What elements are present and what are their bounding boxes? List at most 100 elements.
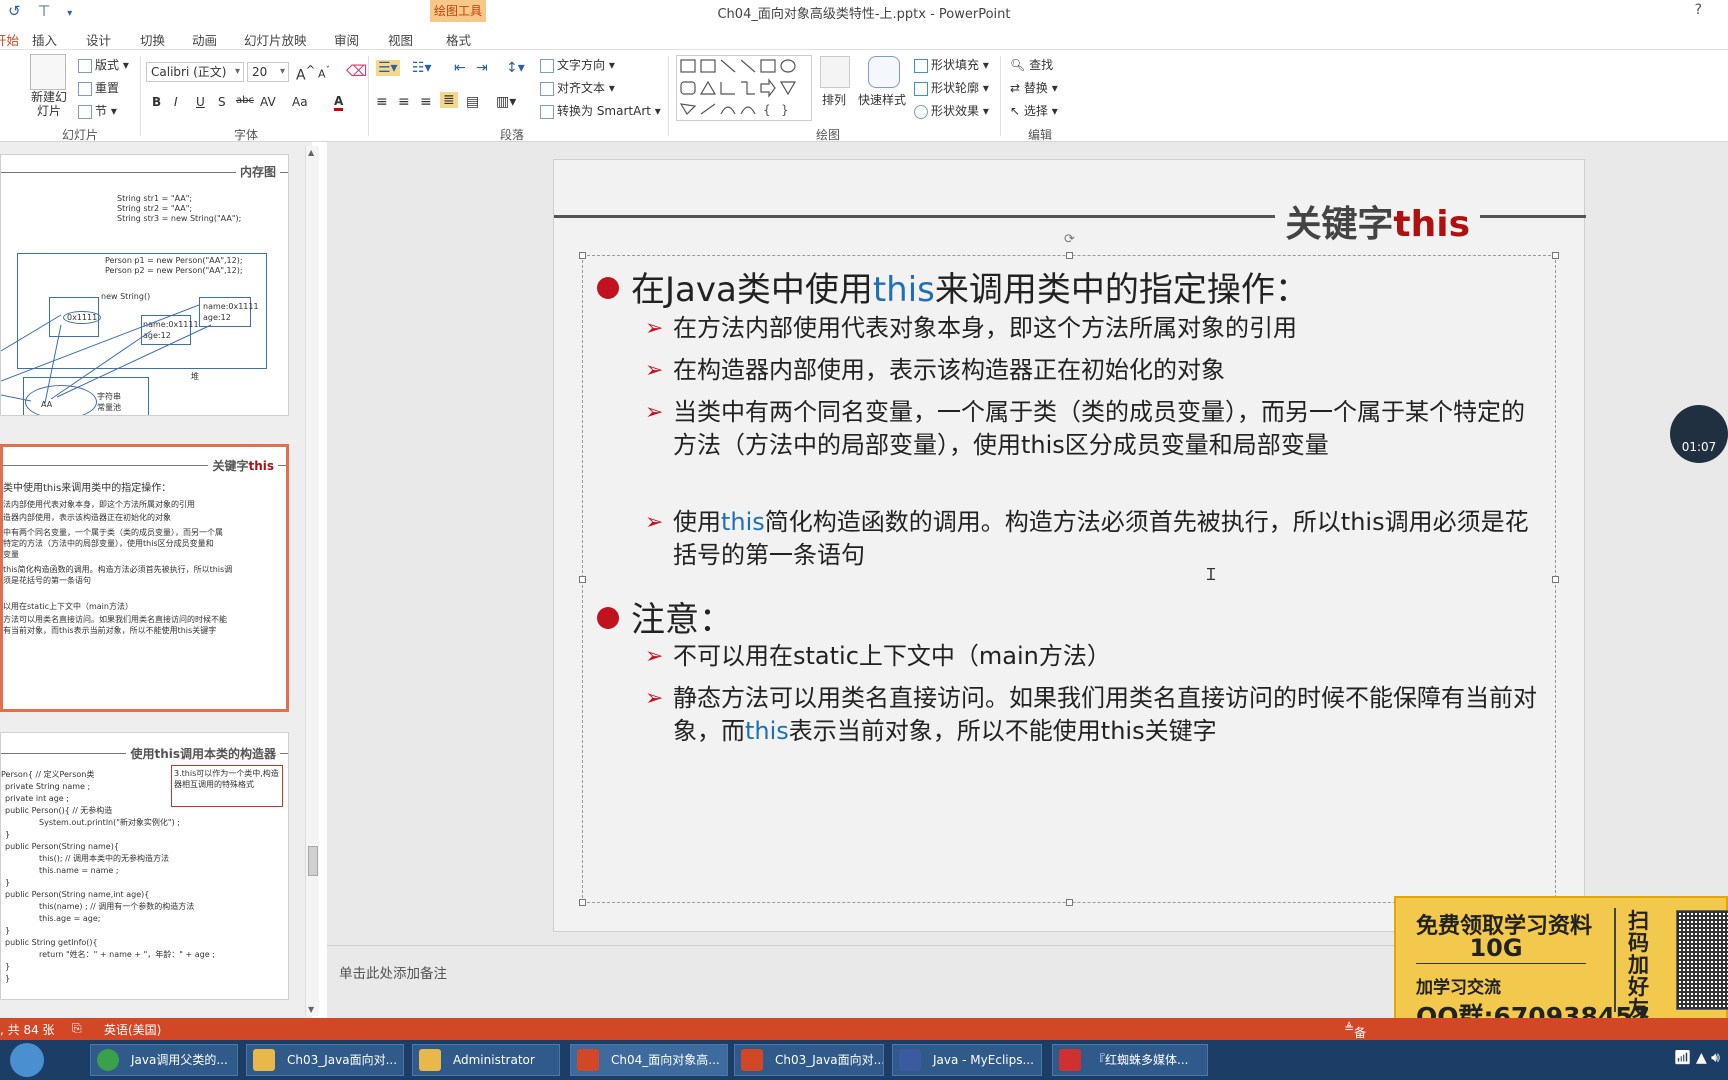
shapes-gallery[interactable]: {} bbox=[676, 55, 812, 121]
resize-handle[interactable] bbox=[1066, 899, 1073, 906]
change-case-button[interactable]: Aa bbox=[292, 95, 308, 109]
convert-smartart-button[interactable]: 转换为 SmartArt ▾ bbox=[540, 102, 661, 119]
increase-indent-icon[interactable]: ⇥ bbox=[476, 60, 488, 76]
rotate-handle-icon[interactable]: ⟳ bbox=[1064, 232, 1075, 247]
promo-banner[interactable]: 免费领取学习资料 10G 加学习交流 QQ群:670938457 扫码加好友 bbox=[1394, 896, 1728, 1031]
taskbar-item[interactable]: Administrator bbox=[412, 1044, 560, 1076]
spellcheck-icon[interactable]: ⎘ bbox=[72, 1021, 82, 1036]
taskbar-item[interactable]: 『红蜘蛛多媒体... bbox=[1052, 1044, 1208, 1076]
taskbar-item[interactable]: Java - MyEclips... bbox=[892, 1044, 1042, 1076]
resize-handle[interactable] bbox=[1066, 252, 1073, 259]
scroll-up-icon[interactable]: ▲ bbox=[308, 148, 314, 157]
character-spacing-button[interactable]: AV bbox=[260, 95, 276, 109]
start-from-beginning-icon[interactable]: ⊤ bbox=[37, 2, 50, 20]
thumbnail-scrollbar[interactable]: ▲ ▼ bbox=[305, 146, 319, 1016]
grow-font-icon[interactable]: A^ bbox=[296, 63, 315, 84]
slide-thumbnail[interactable]: 使用this调用本类的构造器 3.this可以作为一个类中,构造器相互调用的特殊… bbox=[0, 732, 289, 1000]
distributed-icon[interactable]: ▤ bbox=[466, 94, 479, 110]
quick-styles-button[interactable]: 快速样式 bbox=[858, 91, 906, 108]
customize-qat-icon[interactable]: ▾ bbox=[67, 8, 72, 19]
bullets-button[interactable]: ☰▾ bbox=[376, 60, 400, 76]
reset-button[interactable]: 重置 bbox=[78, 79, 119, 96]
tab-transitions[interactable]: 切换 bbox=[140, 30, 165, 49]
scrollbar-thumb[interactable] bbox=[308, 846, 318, 876]
shrink-font-icon[interactable]: Aˇ bbox=[318, 65, 330, 81]
wifi-icon[interactable]: 📶︎ bbox=[1674, 1050, 1692, 1066]
shape-outline-button[interactable]: 形状轮廓 ▾ bbox=[914, 79, 989, 96]
shadow-button[interactable]: S bbox=[218, 95, 226, 109]
notes-button[interactable]: ≜ 备注 bbox=[1344, 1021, 1366, 1057]
align-right-icon[interactable]: ≡ bbox=[420, 94, 432, 110]
resize-handle[interactable] bbox=[579, 576, 586, 583]
section-button[interactable]: 节 ▾ bbox=[78, 102, 117, 119]
resize-handle[interactable] bbox=[579, 252, 586, 259]
tab-format[interactable]: 格式 bbox=[446, 30, 471, 49]
volume-icon[interactable]: 🔊︎ bbox=[1711, 1050, 1720, 1066]
taskbar-item[interactable]: Java调用父类的... bbox=[90, 1044, 238, 1076]
tab-view[interactable]: 视图 bbox=[388, 30, 413, 49]
replace-button[interactable]: ⇄ 替换 ▾ bbox=[1010, 79, 1058, 96]
shape-effects-icon bbox=[914, 104, 928, 119]
font-color-button[interactable]: A bbox=[334, 94, 344, 111]
quick-styles-icon[interactable] bbox=[868, 56, 900, 88]
new-slide-button[interactable]: 新建幻灯片 bbox=[26, 90, 72, 118]
slide-thumbnail[interactable]: 内存图 String str1 = "AA"; String str2 = "A… bbox=[0, 154, 289, 416]
resize-handle[interactable] bbox=[1552, 252, 1559, 259]
justify-icon[interactable]: ≣ bbox=[440, 92, 458, 108]
select-button[interactable]: ↖ 选择 ▾ bbox=[1010, 102, 1058, 119]
tab-design[interactable]: 设计 bbox=[86, 30, 111, 49]
text-direction-button[interactable]: 文字方向 ▾ bbox=[540, 56, 615, 73]
numbering-button[interactable]: ☷▾ bbox=[412, 60, 432, 76]
slide-canvas[interactable]: 关键字this ⟳ 在Java类中使用this来调用类中的指定操作： ➢ 在方法内… bbox=[553, 159, 1586, 932]
find-button[interactable]: 🔍︎ 查找 bbox=[1010, 56, 1053, 73]
taskbar-item[interactable]: Ch03_Java面向对... bbox=[246, 1044, 404, 1076]
resize-handle[interactable] bbox=[579, 899, 586, 906]
underline-button[interactable]: U bbox=[196, 95, 205, 109]
bullet-level2: ➢ 在构造器内部使用，表示该构造器正在初始化的对象 bbox=[645, 354, 1545, 387]
undo-icon[interactable]: ↺ bbox=[8, 2, 21, 20]
start-button-icon[interactable] bbox=[10, 1043, 44, 1077]
layout-button[interactable]: 版式 ▾ bbox=[78, 56, 129, 73]
arrange-icon[interactable] bbox=[820, 56, 850, 88]
slide-thumbnail-selected[interactable]: 关键字this 类中使用this来调用类中的指定操作： 法内部使用代表对象本身，… bbox=[0, 444, 289, 712]
scroll-down-icon[interactable]: ▼ bbox=[308, 1005, 314, 1014]
arrow-bullet-icon: ➢ bbox=[645, 358, 664, 383]
tab-review[interactable]: 审阅 bbox=[334, 30, 359, 49]
bold-button[interactable]: B bbox=[152, 95, 161, 109]
align-left-icon[interactable]: ≡ bbox=[376, 94, 388, 110]
line-spacing-icon[interactable]: ↕▾ bbox=[506, 60, 525, 76]
content-textbox[interactable]: ⟳ 在Java类中使用this来调用类中的指定操作： ➢ 在方法内部使用代表对象本… bbox=[579, 232, 1559, 906]
font-family-select[interactable]: Calibri (正文) bbox=[146, 62, 244, 82]
new-slide-icon[interactable] bbox=[30, 54, 66, 90]
notes-placeholder[interactable]: 单击此处添加备注 bbox=[339, 962, 447, 982]
align-text-button[interactable]: 对齐文本 ▾ bbox=[540, 79, 615, 96]
tray-arrow-icon[interactable]: ▲ bbox=[1696, 1050, 1707, 1066]
folder-icon bbox=[419, 1049, 441, 1071]
resize-handle[interactable] bbox=[1552, 576, 1559, 583]
thumbnail-title: 使用this调用本类的构造器 bbox=[126, 745, 280, 762]
strikethrough-button[interactable]: abc bbox=[236, 95, 254, 106]
font-size-select[interactable]: 20 bbox=[247, 62, 289, 82]
decrease-indent-icon[interactable]: ⇤ bbox=[454, 60, 466, 76]
align-center-icon[interactable]: ≡ bbox=[398, 94, 410, 110]
tab-home[interactable]: 开始 bbox=[0, 30, 19, 49]
help-button[interactable]: ? bbox=[1695, 2, 1702, 18]
window-title: Ch04_面向对象高级类特性-上.pptx - PowerPoint bbox=[717, 7, 1011, 22]
slide-title[interactable]: 关键字this bbox=[1275, 195, 1480, 247]
arrange-button[interactable]: 排列 bbox=[822, 91, 846, 108]
tab-animations[interactable]: 动画 bbox=[192, 30, 217, 49]
columns-icon[interactable]: ▥▾ bbox=[496, 94, 516, 110]
taskbar-item[interactable]: Ch03_Java面向对... bbox=[734, 1044, 884, 1076]
ribbon-tabs: 开始 插入 设计 切换 动画 幻灯片放映 审阅 视图 格式 bbox=[0, 26, 1728, 50]
tab-slideshow[interactable]: 幻灯片放映 bbox=[244, 30, 307, 49]
clear-formatting-icon[interactable]: ⌫ bbox=[346, 62, 367, 80]
qr-code-icon bbox=[1676, 910, 1728, 1010]
shape-effects-button[interactable]: 形状效果 ▾ bbox=[914, 102, 989, 119]
language-indicator[interactable]: 英语(美国) bbox=[104, 1021, 161, 1038]
italic-button[interactable]: I bbox=[174, 95, 178, 109]
tab-insert[interactable]: 插入 bbox=[32, 30, 57, 49]
shape-fill-button[interactable]: 形状填充 ▾ bbox=[914, 56, 989, 73]
system-tray[interactable]: 📶︎ ▲ 🔊︎ bbox=[1674, 1050, 1720, 1066]
taskbar-item-active[interactable]: Ch04_面向对象高... bbox=[570, 1044, 728, 1076]
group-label-editing: 编辑 bbox=[1027, 128, 1052, 142]
